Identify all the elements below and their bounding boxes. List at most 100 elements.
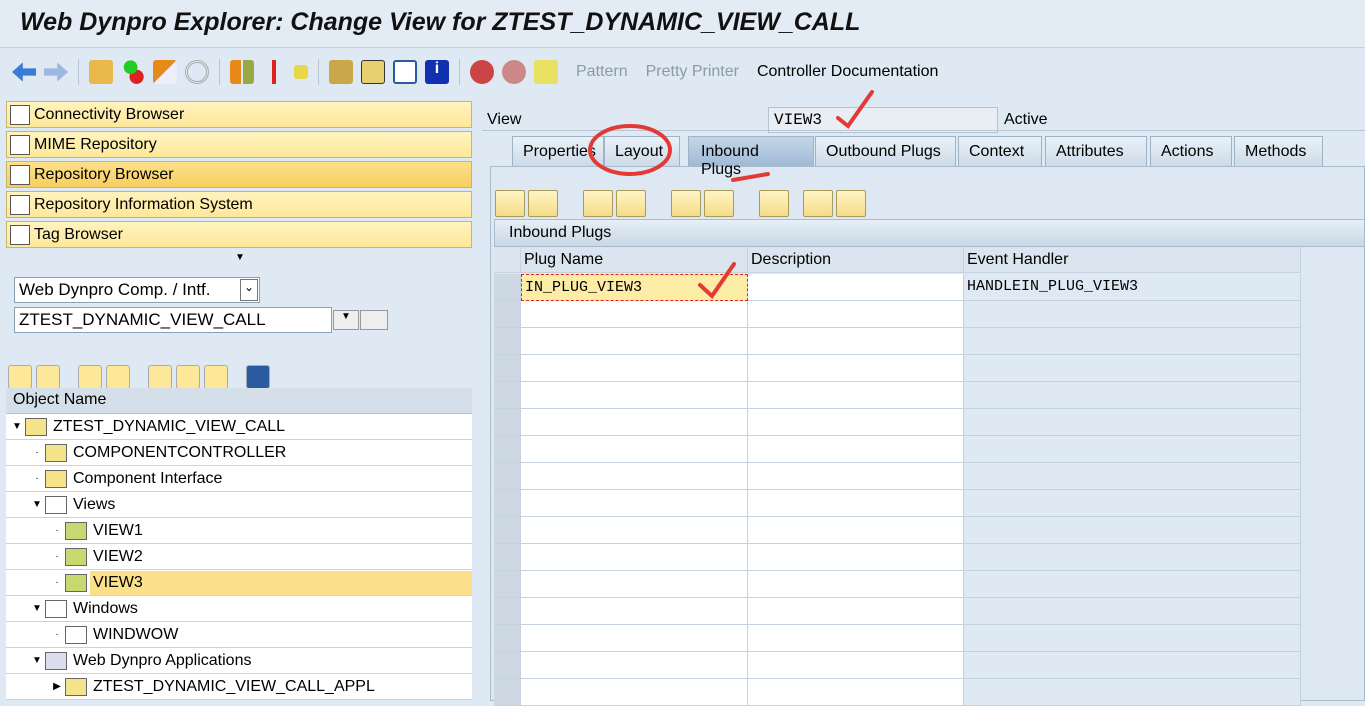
- plug-name-cell[interactable]: [521, 544, 748, 571]
- plug-name-cell[interactable]: [521, 517, 748, 544]
- refresh-icon[interactable]: [204, 365, 228, 389]
- plug-name-cell[interactable]: [521, 463, 748, 490]
- layout-icon[interactable]: [393, 60, 417, 84]
- select-all-icon[interactable]: [671, 190, 701, 217]
- details-icon[interactable]: [759, 190, 789, 217]
- pretty-printer-button[interactable]: Pretty Printer: [646, 63, 739, 81]
- plug-name-cell[interactable]: [521, 355, 748, 382]
- row-selector[interactable]: [494, 517, 521, 544]
- wizard-icon[interactable]: [534, 60, 558, 84]
- tree-node-component-interface[interactable]: · Component Interface: [6, 466, 472, 492]
- tab-actions[interactable]: Actions: [1150, 136, 1232, 166]
- row-selector[interactable]: [494, 409, 521, 436]
- mime-repository-button[interactable]: MIME Repository: [6, 131, 472, 158]
- hierarchy-up-icon[interactable]: [148, 365, 172, 389]
- tree-node-applications[interactable]: ▼ Web Dynpro Applications: [6, 648, 472, 674]
- description-cell[interactable]: [748, 355, 964, 382]
- row-selector[interactable]: [494, 463, 521, 490]
- tree-back-icon[interactable]: [8, 365, 32, 389]
- description-cell[interactable]: [748, 490, 964, 517]
- tab-attributes[interactable]: Attributes: [1045, 136, 1147, 166]
- row-selector[interactable]: [494, 625, 521, 652]
- row-selector[interactable]: [494, 598, 521, 625]
- paste-icon[interactable]: [616, 190, 646, 217]
- hierarchy-icon[interactable]: [329, 60, 353, 84]
- select-all-rows[interactable]: [494, 247, 521, 273]
- repository-browser-button[interactable]: Repository Browser: [6, 161, 472, 188]
- delete-row-icon[interactable]: [528, 190, 558, 217]
- where-used-icon[interactable]: [185, 60, 209, 84]
- stack-icon[interactable]: [361, 60, 385, 84]
- plug-name-cell[interactable]: [521, 571, 748, 598]
- edit-icon[interactable]: [89, 60, 113, 84]
- stop-icon[interactable]: [502, 60, 526, 84]
- tab-properties[interactable]: Properties: [512, 136, 604, 166]
- row-selector[interactable]: [494, 355, 521, 382]
- display-button[interactable]: [360, 310, 388, 330]
- tree-node-view3[interactable]: · VIEW3: [6, 570, 472, 596]
- plug-name-cell[interactable]: [521, 382, 748, 409]
- tab-methods[interactable]: Methods: [1234, 136, 1323, 166]
- other-object-icon[interactable]: [153, 60, 177, 84]
- copy-icon[interactable]: [583, 190, 613, 217]
- tree-node-windows[interactable]: ▼ Windows: [6, 596, 472, 622]
- find-icon[interactable]: [803, 190, 833, 217]
- description-cell[interactable]: [748, 463, 964, 490]
- forward-icon[interactable]: [44, 62, 68, 82]
- tree-node-view2[interactable]: · VIEW2: [6, 544, 472, 570]
- description-cell[interactable]: [748, 598, 964, 625]
- connectivity-browser-button[interactable]: Connectivity Browser: [6, 101, 472, 128]
- tab-context[interactable]: Context: [958, 136, 1042, 166]
- column-header-plug-name[interactable]: Plug Name: [521, 247, 748, 273]
- description-cell[interactable]: [748, 382, 964, 409]
- plug-name-cell[interactable]: [521, 301, 748, 328]
- expand-icon[interactable]: ▼: [235, 252, 245, 263]
- tree-node-componentcontroller[interactable]: · COMPONENTCONTROLLER: [6, 440, 472, 466]
- plug-name-cell[interactable]: [521, 490, 748, 517]
- expand-all-icon[interactable]: [106, 365, 130, 389]
- plug-name-cell[interactable]: [521, 328, 748, 355]
- debug-icon[interactable]: [262, 60, 286, 84]
- description-cell[interactable]: [748, 328, 964, 355]
- object-type-select[interactable]: Web Dynpro Comp. / Intf. ⌄: [14, 277, 260, 303]
- find-next-icon[interactable]: [836, 190, 866, 217]
- plug-name-cell[interactable]: [521, 598, 748, 625]
- tab-inbound-plugs[interactable]: Inbound Plugs: [688, 136, 814, 178]
- tab-outbound-plugs[interactable]: Outbound Plugs: [815, 136, 956, 166]
- column-header-description[interactable]: Description: [748, 247, 964, 273]
- plug-name-cell[interactable]: [521, 652, 748, 679]
- tree-node-views[interactable]: ▼ Views: [6, 492, 472, 518]
- insert-row-icon[interactable]: [495, 190, 525, 217]
- object-name-input[interactable]: ZTEST_DYNAMIC_VIEW_CALL: [14, 307, 332, 333]
- tree-forward-icon[interactable]: [36, 365, 60, 389]
- tree-node-view1[interactable]: · VIEW1: [6, 518, 472, 544]
- row-selector[interactable]: [494, 436, 521, 463]
- tree-node-appl[interactable]: ▶ ZTEST_DYNAMIC_VIEW_CALL_APPL: [6, 674, 472, 700]
- controller-documentation-button[interactable]: Controller Documentation: [757, 63, 938, 81]
- row-selector[interactable]: [494, 679, 521, 706]
- plug-name-cell[interactable]: [521, 409, 748, 436]
- object-list-icon[interactable]: [230, 60, 254, 84]
- description-cell[interactable]: [748, 571, 964, 598]
- row-selector[interactable]: [494, 652, 521, 679]
- help-icon[interactable]: [470, 60, 494, 84]
- deselect-all-icon[interactable]: [704, 190, 734, 217]
- pattern-button[interactable]: Pattern: [576, 63, 628, 81]
- row-selector[interactable]: [494, 301, 521, 328]
- row-selector[interactable]: [494, 571, 521, 598]
- description-cell[interactable]: [748, 409, 964, 436]
- row-selector[interactable]: [494, 490, 521, 517]
- row-selector[interactable]: [494, 274, 521, 301]
- navigate-icon[interactable]: [294, 65, 308, 79]
- description-cell[interactable]: [748, 274, 964, 301]
- row-selector[interactable]: [494, 544, 521, 571]
- activate-icon[interactable]: [121, 60, 145, 84]
- back-icon[interactable]: [12, 62, 36, 82]
- description-cell[interactable]: [748, 436, 964, 463]
- close-icon[interactable]: [246, 365, 270, 389]
- description-cell[interactable]: [748, 679, 964, 706]
- plug-name-cell[interactable]: [521, 625, 748, 652]
- dropdown-icon[interactable]: ⌄: [240, 279, 258, 301]
- description-cell[interactable]: [748, 625, 964, 652]
- plug-name-cell[interactable]: [521, 436, 748, 463]
